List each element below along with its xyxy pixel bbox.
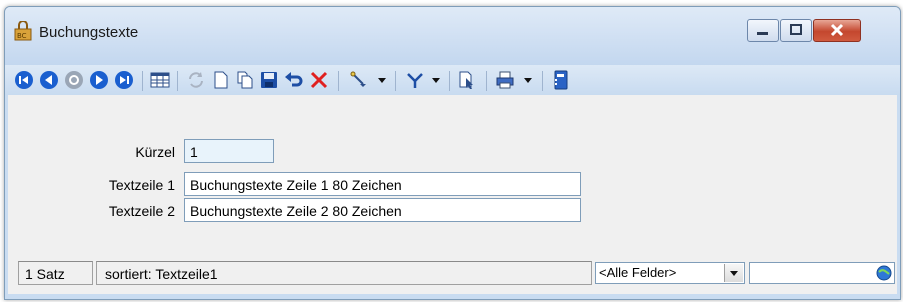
close-icon bbox=[830, 23, 844, 37]
svg-text:BC: BC bbox=[17, 32, 27, 40]
kuerzel-label: Kürzel bbox=[135, 144, 175, 160]
edit-tool-dropdown[interactable] bbox=[375, 69, 389, 91]
field-filter-select[interactable]: <Alle Felder> bbox=[595, 262, 745, 284]
field-filter-dropdown-button[interactable] bbox=[724, 264, 743, 282]
undo-button[interactable] bbox=[283, 69, 305, 91]
chevron-down-icon bbox=[432, 78, 440, 83]
chevron-down-icon bbox=[378, 78, 386, 83]
next-record-button[interactable] bbox=[88, 69, 110, 91]
last-record-icon bbox=[115, 71, 133, 89]
delete-button[interactable] bbox=[308, 69, 330, 91]
minimize-button[interactable] bbox=[747, 19, 779, 42]
kuerzel-field[interactable]: 1 bbox=[184, 139, 274, 163]
maximize-icon bbox=[790, 24, 802, 35]
reload-button[interactable] bbox=[185, 69, 207, 91]
print-button[interactable] bbox=[493, 69, 517, 91]
window-title: Buchungstexte bbox=[39, 24, 139, 41]
filter-dropdown[interactable] bbox=[429, 69, 443, 91]
copy-record-icon bbox=[237, 71, 253, 89]
toolbar-separator bbox=[486, 71, 487, 91]
toolbar-separator bbox=[449, 71, 450, 91]
form-area: Kürzel 1 Textzeile 1 Buchungstexte Zeile… bbox=[8, 95, 897, 254]
toolbar-separator bbox=[177, 71, 178, 91]
status-bar: 1 Satz sortiert: Textzeile1 <Alle Felder… bbox=[8, 254, 897, 294]
print-dropdown[interactable] bbox=[521, 69, 535, 91]
refresh-nav-button[interactable] bbox=[63, 69, 85, 91]
prev-record-icon bbox=[40, 71, 58, 89]
first-record-icon bbox=[15, 71, 33, 89]
maximize-button[interactable] bbox=[780, 19, 812, 42]
prev-record-button[interactable] bbox=[38, 69, 60, 91]
close-button[interactable] bbox=[813, 19, 861, 42]
undo-icon bbox=[285, 72, 303, 87]
record-count: 1 Satz bbox=[18, 261, 93, 285]
toolbar-separator bbox=[542, 71, 543, 91]
new-record-icon bbox=[214, 71, 228, 89]
toolbar bbox=[5, 65, 900, 95]
print-icon bbox=[496, 71, 514, 89]
title-bar: BC Buchungstexte bbox=[5, 7, 900, 65]
refresh-nav-icon bbox=[65, 71, 83, 89]
edit-tool-button[interactable] bbox=[347, 69, 371, 91]
filter-button[interactable] bbox=[403, 69, 427, 91]
filter-icon bbox=[407, 73, 423, 88]
toolbar-separator bbox=[338, 71, 339, 91]
copy-record-button[interactable] bbox=[235, 69, 255, 91]
first-record-button[interactable] bbox=[13, 69, 35, 91]
search-input[interactable] bbox=[749, 262, 895, 284]
edit-tool-icon bbox=[350, 71, 366, 87]
reload-icon bbox=[189, 72, 203, 88]
chevron-down-icon bbox=[524, 78, 532, 83]
last-record-button[interactable] bbox=[113, 69, 135, 91]
textzeile1-field[interactable]: Buchungstexte Zeile 1 80 Zeichen bbox=[184, 172, 581, 196]
toolbar-separator bbox=[142, 71, 143, 91]
table-view-button[interactable] bbox=[149, 69, 171, 91]
field-filter-value: <Alle Felder> bbox=[599, 265, 677, 280]
app-icon: BC bbox=[14, 21, 32, 41]
table-view-icon bbox=[150, 72, 170, 88]
textzeile2-label: Textzeile 2 bbox=[108, 203, 175, 219]
next-record-icon bbox=[90, 71, 108, 89]
book-button[interactable] bbox=[550, 69, 572, 91]
chevron-down-icon bbox=[730, 271, 738, 276]
new-record-button[interactable] bbox=[211, 69, 231, 91]
toolbar-separator bbox=[395, 71, 396, 91]
minimize-icon bbox=[757, 32, 768, 35]
search-record-icon bbox=[459, 71, 473, 89]
save-button[interactable] bbox=[259, 69, 279, 91]
search-record-button[interactable] bbox=[456, 69, 478, 91]
save-icon bbox=[261, 72, 277, 88]
globe-icon[interactable] bbox=[876, 265, 892, 281]
main-window: BC Buchungstexte Kürzel 1 Textzeile 1 Bu… bbox=[4, 6, 901, 300]
sort-status: sortiert: Textzeile1 bbox=[96, 261, 592, 285]
textzeile2-field[interactable]: Buchungstexte Zeile 2 80 Zeichen bbox=[184, 198, 581, 222]
delete-icon bbox=[310, 71, 328, 89]
book-icon bbox=[554, 70, 568, 90]
textzeile1-label: Textzeile 1 bbox=[108, 177, 175, 193]
